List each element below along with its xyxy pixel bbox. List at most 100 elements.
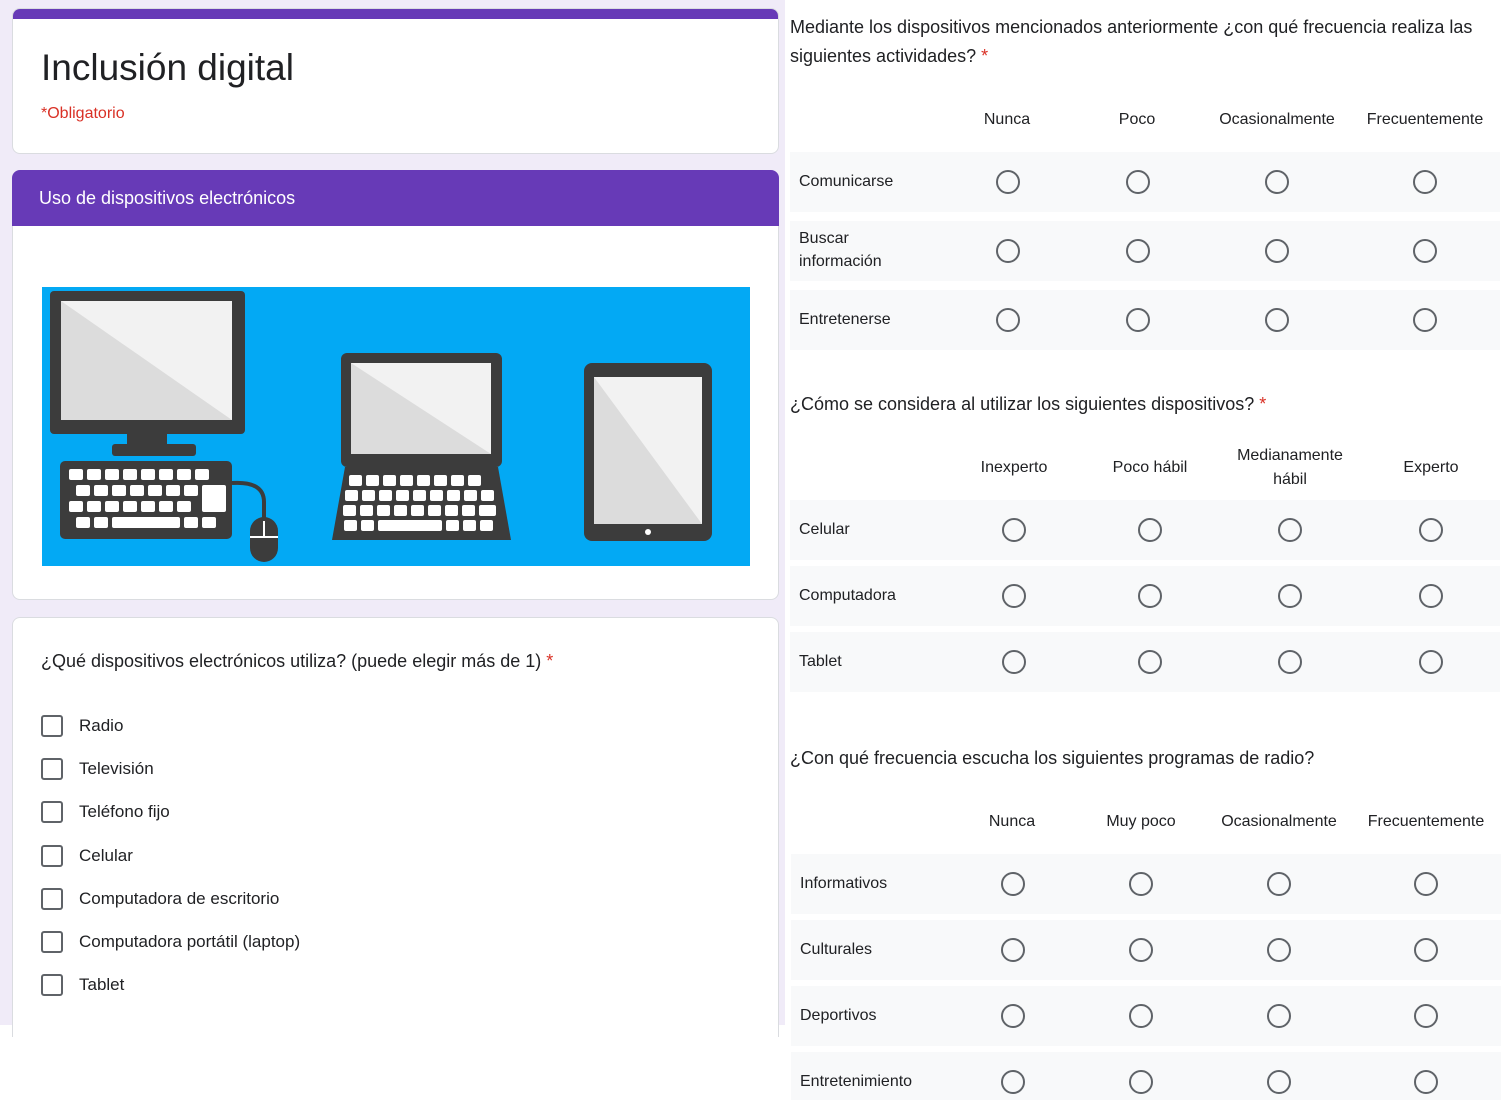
section-title: Uso de dispositivos electrónicos	[39, 188, 296, 208]
radio-button[interactable]	[1414, 872, 1438, 896]
grid-row-label: Celular	[799, 521, 850, 538]
checkbox-option[interactable]: Celular	[41, 834, 300, 877]
title-accent-bar	[13, 9, 778, 19]
checkbox[interactable]	[41, 844, 63, 867]
grid-row-label: Informativos	[800, 875, 888, 892]
grid-column-header: Medianamente hábil	[1237, 447, 1343, 488]
grid-row-label: Entretenerse	[799, 311, 891, 328]
radio-button[interactable]	[1265, 239, 1289, 263]
tablet-icon	[584, 363, 712, 541]
grid-frequency: Nunca Poco Ocasionalmente Frecuentemente…	[790, 100, 1500, 352]
radio-button[interactable]	[1414, 938, 1438, 962]
checkbox[interactable]	[41, 887, 63, 910]
checkbox-label: Tablet	[79, 975, 125, 995]
grid-row: Tablet	[790, 632, 1500, 692]
radio-button[interactable]	[1413, 239, 1437, 263]
grid-column-header: Poco hábil	[1112, 459, 1188, 476]
radio-button[interactable]	[1267, 1070, 1291, 1094]
radio-button[interactable]	[1002, 650, 1026, 674]
grid-column-header: Muy poco	[1106, 813, 1176, 830]
checkbox-option[interactable]: Teléfono fijo	[41, 791, 300, 834]
grid-row: Celular	[790, 500, 1500, 560]
question-text: ¿Con qué frecuencia escucha los siguient…	[790, 748, 1315, 768]
radio-button[interactable]	[1001, 1070, 1025, 1094]
radio-button[interactable]	[1265, 308, 1289, 332]
checkbox-list: Radio Televisión Teléfono fijo Celular C…	[41, 704, 300, 1007]
question-text: Mediante los dispositivos mencionados an…	[790, 17, 1473, 66]
radio-button[interactable]	[1414, 1070, 1438, 1094]
radio-button[interactable]	[1001, 938, 1025, 962]
grid-column-header: Inexperto	[980, 459, 1048, 476]
question-text: ¿Qué dispositivos electrónicos utiliza? …	[41, 651, 542, 671]
grid-row: Informativos	[791, 854, 1501, 914]
radio-button[interactable]	[1278, 518, 1302, 542]
grid-column-header: Poco	[1118, 111, 1156, 128]
radio-button[interactable]	[1129, 938, 1153, 962]
checkbox-label: Computadora portátil (laptop)	[79, 932, 301, 952]
grid-radio-programs: Nunca Muy poco Ocasionalmente Frecuentem…	[791, 802, 1501, 1100]
required-note: *Obligatorio	[41, 105, 125, 122]
radio-button[interactable]	[1278, 584, 1302, 608]
grid-row: Entretenerse	[790, 290, 1500, 350]
question-title: ¿Qué dispositivos electrónicos utiliza? …	[41, 651, 553, 672]
radio-button[interactable]	[1419, 518, 1443, 542]
grid-row-label: Comunicarse	[799, 173, 894, 190]
checkbox-option[interactable]: Computadora portátil (laptop)	[41, 920, 300, 963]
checkbox-option[interactable]: Televisión	[41, 747, 300, 790]
grid-row: Entretenimiento	[791, 1052, 1501, 1100]
checkbox[interactable]	[41, 801, 63, 824]
radio-button[interactable]	[1002, 584, 1026, 608]
checkbox[interactable]	[41, 931, 63, 954]
radio-button[interactable]	[1267, 1004, 1291, 1028]
radio-button[interactable]	[1001, 872, 1025, 896]
radio-button[interactable]	[1129, 872, 1153, 896]
checkbox-label: Teléfono fijo	[79, 802, 170, 822]
grid-row: Deportivos	[791, 986, 1501, 1046]
radio-button[interactable]	[1001, 1004, 1025, 1028]
radio-button[interactable]	[1278, 650, 1302, 674]
radio-button[interactable]	[1138, 584, 1162, 608]
question-title: ¿Con qué frecuencia escucha los siguient…	[790, 744, 1490, 773]
radio-button[interactable]	[1419, 650, 1443, 674]
radio-button[interactable]	[1265, 170, 1289, 194]
required-asterisk: *	[546, 651, 554, 671]
checkbox[interactable]	[41, 757, 63, 780]
radio-button[interactable]	[1414, 1004, 1438, 1028]
radio-button[interactable]	[1002, 518, 1026, 542]
radio-button[interactable]	[1129, 1070, 1153, 1094]
radio-button[interactable]	[1267, 938, 1291, 962]
radio-button[interactable]	[1413, 170, 1437, 194]
grid-row-label: Tablet	[799, 653, 842, 670]
radio-button[interactable]	[1138, 518, 1162, 542]
radio-button[interactable]	[996, 308, 1020, 332]
radio-button[interactable]	[1126, 308, 1150, 332]
radio-button[interactable]	[1413, 308, 1437, 332]
radio-button[interactable]	[1138, 650, 1162, 674]
checkbox[interactable]	[41, 974, 63, 997]
radio-button[interactable]	[996, 170, 1020, 194]
form-title: Inclusión digital	[41, 47, 294, 88]
required-asterisk: *	[981, 46, 989, 66]
grid-skill: Inexperto Poco hábil Medianamente hábil …	[790, 440, 1500, 695]
form-left-column: Inclusión digital *Obligatorio Uso de di…	[0, 0, 785, 1037]
grid-row-label: Culturales	[800, 941, 873, 958]
checkbox-option[interactable]: Computadora de escritorio	[41, 877, 300, 920]
radio-button[interactable]	[1419, 584, 1443, 608]
grid-column-header: Nunca	[988, 813, 1036, 830]
radio-button[interactable]	[1126, 239, 1150, 263]
grid-column-header: Frecuentemente	[1366, 111, 1484, 128]
checkbox-option[interactable]: Tablet	[41, 964, 300, 1007]
checkbox-option[interactable]: Radio	[41, 704, 300, 747]
radio-button[interactable]	[996, 239, 1020, 263]
grid-row-label: Buscar información	[799, 230, 882, 270]
grid-row: Culturales	[791, 920, 1501, 980]
radio-button[interactable]	[1129, 1004, 1153, 1028]
checkbox-label: Radio	[79, 715, 124, 735]
form-title-card: Inclusión digital *Obligatorio	[12, 8, 779, 154]
devices-illustration	[42, 287, 750, 566]
laptop-icon	[332, 353, 511, 540]
question-text: ¿Cómo se considera al utilizar los sigui…	[790, 394, 1255, 414]
radio-button[interactable]	[1126, 170, 1150, 194]
radio-button[interactable]	[1267, 872, 1291, 896]
checkbox[interactable]	[41, 714, 63, 737]
